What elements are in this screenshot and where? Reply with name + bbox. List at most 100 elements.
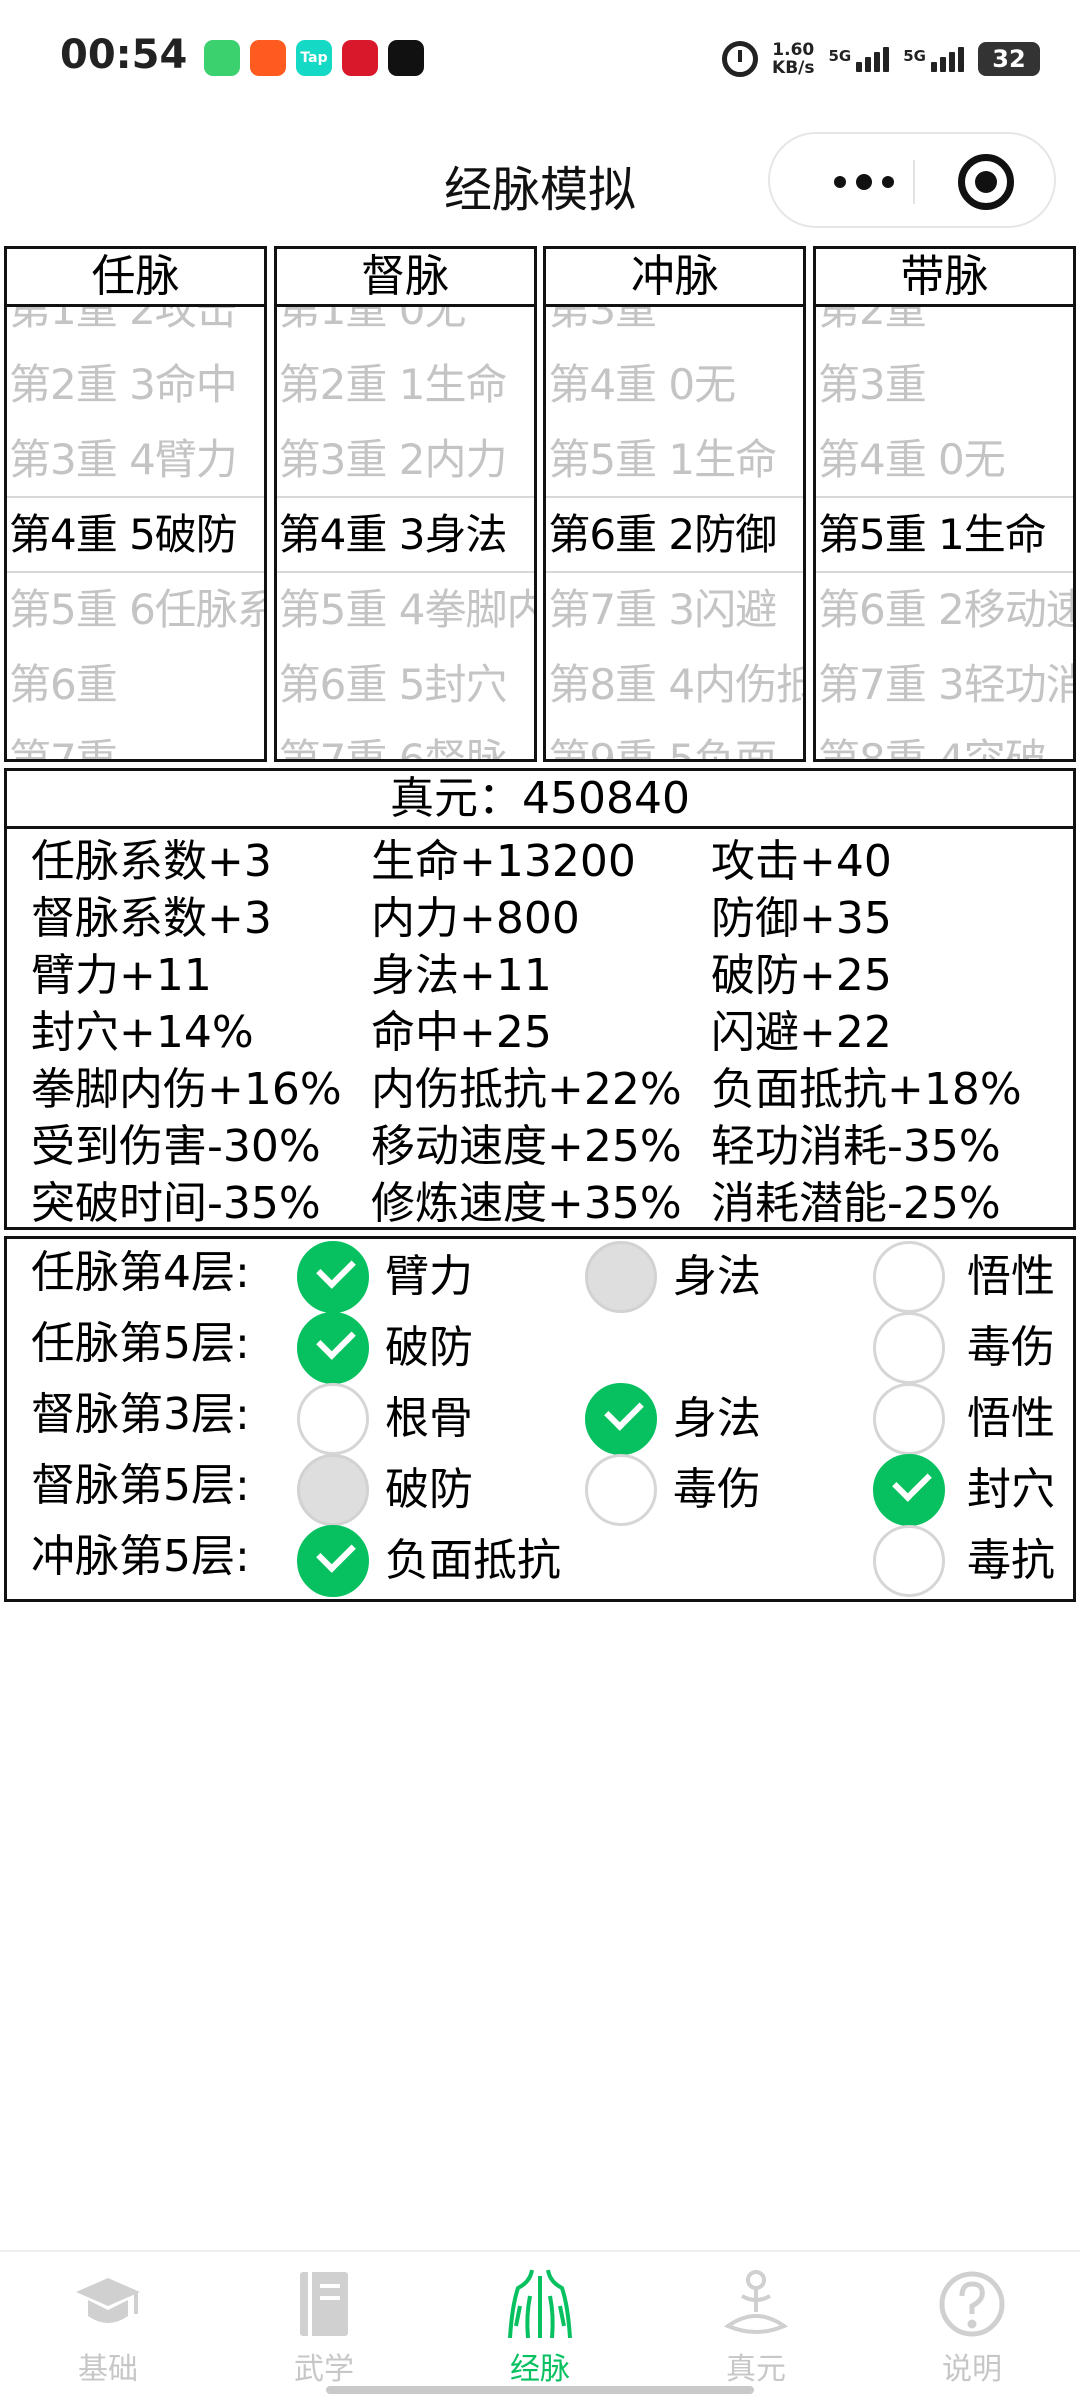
check-icon[interactable]	[873, 1454, 945, 1526]
picker-option[interactable]: 第8重 4突破	[816, 722, 1073, 759]
picker-option[interactable]: 第4重 0无	[816, 422, 1073, 497]
tab-question[interactable]: 说明	[864, 2262, 1080, 2392]
clock: 00:54	[60, 32, 188, 78]
option-choice-label[interactable]: 身法	[673, 1383, 761, 1455]
alarm-icon	[722, 41, 759, 77]
option-choice-label: 破防	[385, 1464, 473, 1515]
radio-circle[interactable]	[873, 1241, 945, 1313]
tab-body-meridian[interactable]: 经脉	[432, 2262, 648, 2392]
option-choice-label[interactable]: 根骨	[385, 1383, 473, 1455]
option-choice-label[interactable]: 封穴	[967, 1454, 1055, 1526]
picker-option[interactable]: 第3重	[816, 347, 1073, 422]
radio-circle	[297, 1454, 369, 1526]
picker-option[interactable]: 第4重 5破防	[7, 497, 264, 572]
mini-program-capsule	[768, 132, 1056, 228]
selection-line	[7, 571, 264, 573]
tab-book[interactable]: 武学	[216, 2262, 432, 2392]
selection-line	[546, 496, 804, 498]
radio-circle[interactable]	[873, 1312, 945, 1384]
picker-option[interactable]: 第3重 2内力	[277, 422, 534, 497]
stat-item: 攻击+40	[711, 836, 892, 887]
option-row: 任脉第4层: 臂力 身法 悟性	[7, 1241, 1073, 1313]
radio-circle[interactable]	[297, 1383, 369, 1455]
option-choice-label[interactable]: 毒抗	[967, 1525, 1055, 1597]
picker-option[interactable]: 第5重 1生命	[816, 497, 1073, 572]
meridian-column: 冲脉第3重第4重 0无第5重 1生命第6重 2防御第7重 3闪避第8重 4内伤抵…	[543, 246, 807, 762]
picker-option[interactable]: 第7重 6督脉	[277, 722, 534, 759]
option-choice-label[interactable]: 悟性	[967, 1241, 1055, 1313]
battery-icon: 32	[978, 42, 1040, 76]
picker-option[interactable]: 第5重 6任脉系数	[7, 572, 264, 647]
tab-label: 经脉	[510, 2352, 570, 2387]
check-icon[interactable]	[297, 1525, 369, 1597]
picker-option[interactable]: 第4重 3身法	[277, 497, 534, 572]
stat-item: 移动速度+25%	[371, 1121, 682, 1172]
tab-meditation[interactable]: 真元	[648, 2262, 864, 2392]
picker-option[interactable]: 第3重	[546, 307, 803, 347]
option-choice-label: 身法	[673, 1251, 761, 1302]
picker-list: 第3重第4重 0无第5重 1生命第6重 2防御第7重 3闪避第8重 4内伤抵抗第…	[546, 307, 803, 759]
radio-circle[interactable]	[873, 1383, 945, 1455]
stat-item: 封穴+14%	[31, 1007, 254, 1058]
check-icon[interactable]	[585, 1383, 657, 1455]
picker-option[interactable]: 第2重 3命中	[7, 347, 264, 422]
tab-graduation-cap[interactable]: 基础	[0, 2262, 216, 2392]
selection-line	[276, 571, 534, 573]
option-row-label: 冲脉第5层:	[31, 1531, 250, 1582]
picker-option[interactable]: 第8重 4内伤抵抗	[546, 647, 803, 722]
meridian-column: 任脉第1重 2攻击第2重 3命中第3重 4臂力第4重 5破防第5重 6任脉系数第…	[4, 246, 267, 762]
option-choice-label[interactable]: 臂力	[385, 1241, 473, 1313]
option-choice-label[interactable]: 毒伤	[967, 1312, 1055, 1384]
option-row-label: 督脉第5层:	[31, 1460, 250, 1511]
tab-label: 武学	[294, 2352, 354, 2387]
picker-option[interactable]: 第1重 0无	[277, 307, 534, 347]
picker-option[interactable]: 第6重 5封穴	[277, 647, 534, 722]
graduation-cap-icon	[70, 2266, 146, 2342]
stat-item: 督脉系数+3	[31, 893, 272, 944]
option-row: 督脉第3层: 根骨 身法 悟性	[7, 1383, 1073, 1455]
picker-option[interactable]: 第6重 2防御	[546, 497, 803, 572]
level-picker[interactable]: 第2重第3重第4重 0无第5重 1生命第6重 2移动速度第7重 3轻功消耗第8重…	[815, 307, 1073, 759]
home-indicator	[326, 2386, 754, 2394]
picker-option[interactable]: 第2重	[816, 307, 1073, 347]
selection-line	[546, 571, 804, 573]
picker-option[interactable]: 第7重	[7, 722, 264, 759]
signal-icon: 5G	[903, 46, 964, 72]
option-choice-label[interactable]: 悟性	[967, 1383, 1055, 1455]
net-speed: 1.60 KB/s	[772, 40, 815, 78]
picker-option[interactable]: 第6重 2移动速度	[816, 572, 1073, 647]
tab-label: 基础	[78, 2352, 138, 2387]
option-choice-label[interactable]: 毒伤	[673, 1454, 761, 1526]
option-row-label: 任脉第4层:	[31, 1247, 250, 1298]
stat-item: 任脉系数+3	[31, 836, 272, 887]
stat-item: 命中+25	[371, 1007, 552, 1058]
option-choice-label[interactable]: 负面抵抗	[385, 1525, 561, 1597]
more-icon[interactable]	[814, 160, 914, 204]
tab-bar: 基础 武学 经脉 真元 说明	[0, 2250, 1080, 2400]
level-picker[interactable]: 第3重第4重 0无第5重 1生命第6重 2防御第7重 3闪避第8重 4内伤抵抗第…	[546, 307, 804, 759]
check-icon[interactable]	[297, 1312, 369, 1384]
check-icon[interactable]	[297, 1241, 369, 1313]
meridian-header: 带脉	[815, 249, 1073, 307]
option-row-label: 任脉第5层:	[31, 1318, 250, 1369]
close-target-icon[interactable]	[958, 154, 1014, 210]
picker-option[interactable]: 第5重 4拳脚内伤	[277, 572, 534, 647]
picker-option[interactable]: 第7重 3闪避	[546, 572, 803, 647]
picker-option[interactable]: 第7重 3轻功消耗	[816, 647, 1073, 722]
tab-label: 说明	[942, 2352, 1002, 2387]
picker-option[interactable]: 第3重 4臂力	[7, 422, 264, 497]
option-choice-label[interactable]: 破防	[385, 1312, 473, 1384]
picker-option[interactable]: 第9重 5负面	[546, 722, 803, 759]
radio-circle[interactable]	[585, 1454, 657, 1526]
selection-line	[276, 496, 534, 498]
level-picker[interactable]: 第1重 0无第2重 1生命第3重 2内力第4重 3身法第5重 4拳脚内伤第6重 …	[276, 307, 534, 759]
picker-option[interactable]: 第4重 0无	[546, 347, 803, 422]
picker-list: 第1重 2攻击第2重 3命中第3重 4臂力第4重 5破防第5重 6任脉系数第6重…	[7, 307, 264, 759]
radio-circle[interactable]	[873, 1525, 945, 1597]
picker-option[interactable]: 第6重	[7, 647, 264, 722]
picker-option[interactable]: 第5重 1生命	[546, 422, 803, 497]
picker-option[interactable]: 第2重 1生命	[277, 347, 534, 422]
level-picker[interactable]: 第1重 2攻击第2重 3命中第3重 4臂力第4重 5破防第5重 6任脉系数第6重…	[7, 307, 264, 759]
picker-option[interactable]: 第1重 2攻击	[7, 307, 264, 347]
selection-line	[7, 496, 264, 498]
